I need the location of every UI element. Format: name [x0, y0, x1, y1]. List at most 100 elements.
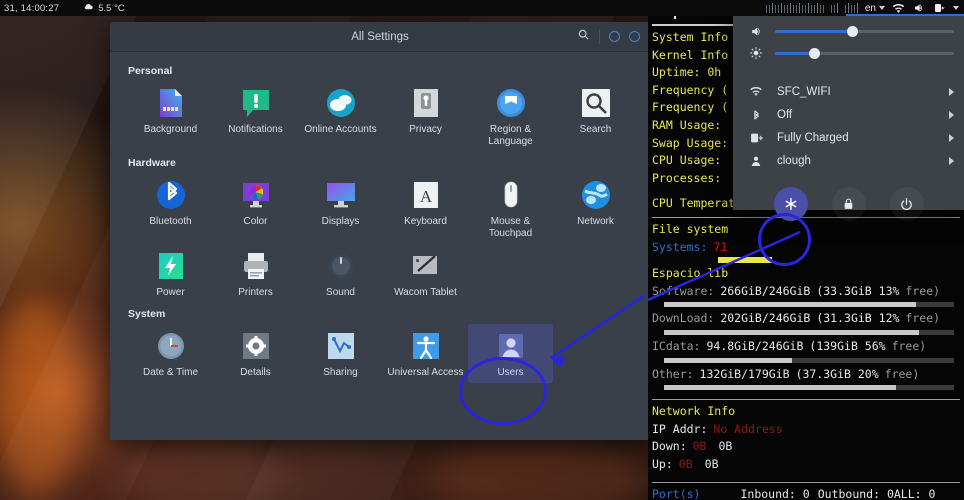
settings-item-users[interactable]: Users: [468, 324, 553, 383]
settings-item-keyboard[interactable]: A Keyboard: [383, 173, 468, 244]
language-indicator[interactable]: en: [865, 3, 885, 14]
disk-detail: (139GiB 56%: [809, 338, 886, 353]
system-tray-menu[interactable]: SFC_WIFI Off Fully Charged clough: [733, 10, 964, 221]
chevron-right-icon[interactable]: [949, 133, 954, 142]
settings-button[interactable]: [773, 187, 808, 221]
network-label: IP Addr:: [652, 421, 708, 436]
settings-item-label: Bluetooth: [149, 216, 192, 227]
volume-slider-knob[interactable]: [846, 25, 858, 37]
tray-menu-item-sfc-wifi[interactable]: SFC_WIFI: [733, 80, 964, 103]
chevron-right-icon[interactable]: [949, 87, 954, 96]
privacy-icon: [410, 87, 442, 119]
settings-item-label: Privacy: [409, 124, 442, 135]
tray-menu-item-off[interactable]: Off: [733, 103, 964, 126]
disk-usage: 202GiB/246GiB: [720, 311, 811, 326]
volume-slider-fill: [775, 29, 852, 33]
inbound-label: Inbound: 0: [740, 487, 810, 500]
settings-item-power[interactable]: Power: [128, 244, 213, 303]
wallpaper-glow: [120, 430, 280, 500]
settings-item-search[interactable]: Search: [553, 81, 638, 152]
network-value: No Address: [713, 421, 783, 436]
brightness-slider-row[interactable]: [733, 42, 964, 64]
settings-content: Personal Background Notifications Online A…: [110, 52, 650, 440]
details-icon: [240, 330, 272, 362]
user-icon: [747, 154, 765, 168]
keyboard-indicator-icon[interactable]: [765, 3, 858, 13]
network-label: Up:: [652, 456, 673, 471]
settings-item-label: Background: [143, 124, 198, 135]
settings-item-sharing[interactable]: Sharing: [298, 324, 383, 383]
power-button[interactable]: [889, 187, 924, 221]
volume-slider[interactable]: [775, 25, 954, 37]
settings-item-sound[interactable]: Sound: [298, 244, 383, 303]
settings-item-online-accounts[interactable]: Online Accounts: [298, 81, 383, 152]
battery-icon[interactable]: [933, 2, 946, 14]
volume-icon[interactable]: [912, 2, 926, 14]
brightness-slider-knob[interactable]: [809, 47, 821, 59]
region-language-icon: [495, 87, 527, 119]
power-icon: [155, 250, 187, 282]
disk-detail: (37.3GiB 20%: [795, 366, 879, 381]
tray-menu-item-clough[interactable]: clough: [733, 149, 964, 172]
chevron-right-icon[interactable]: [949, 156, 954, 165]
settings-item-label: Universal Access: [387, 367, 464, 378]
page-title: All Settings: [351, 30, 409, 43]
settings-item-printers[interactable]: Printers: [213, 244, 298, 303]
sound-icon: [325, 250, 357, 282]
minimize-button[interactable]: [609, 31, 620, 42]
search-icon[interactable]: [577, 28, 590, 46]
maximize-button[interactable]: [629, 31, 640, 42]
wifi-icon[interactable]: [892, 3, 905, 14]
all-settings-window[interactable]: All Settings Personal Background Notifica…: [110, 22, 650, 440]
settings-item-label: Notifications: [228, 124, 283, 135]
chevron-down-icon[interactable]: [953, 6, 959, 10]
settings-item-notifications[interactable]: Notifications: [213, 81, 298, 152]
disk-name: ICdata:: [652, 338, 701, 353]
settings-item-label: Color: [243, 216, 268, 227]
settings-item-wacom-tablet[interactable]: Wacom Tablet: [383, 244, 468, 303]
date-time-icon: [155, 330, 187, 362]
settings-item-details[interactable]: Details: [213, 324, 298, 383]
settings-item-background[interactable]: Background: [128, 81, 213, 152]
clock[interactable]: 31, 14:00:27: [0, 3, 59, 14]
settings-item-region-language[interactable]: Region & Language: [468, 81, 553, 152]
search-settings-icon: [580, 87, 612, 119]
tray-menu-item-label: Off: [777, 108, 793, 121]
settings-item-privacy[interactable]: Privacy: [383, 81, 468, 152]
settings-item-universal-access[interactable]: Universal Access: [383, 324, 468, 383]
conky-disk-row: ICdata: 94.8GiB/246GiB (139GiB 56% free): [648, 338, 964, 356]
settings-item-label: Displays: [321, 216, 360, 227]
settings-item-color[interactable]: Color: [213, 173, 298, 244]
sharing-icon: [325, 330, 357, 362]
disk-usage-bar: [664, 385, 954, 391]
volume-slider-row[interactable]: [733, 20, 964, 42]
tray-menu-item-fully-charged[interactable]: Fully Charged: [733, 126, 964, 149]
network-title: Network Info: [652, 404, 736, 419]
ports-row: Port(s) Inbound: 0 Outbound: 0ALL: 0: [648, 486, 964, 500]
tray-menu-items: SFC_WIFI Off Fully Charged clough: [733, 80, 964, 172]
settings-item-label: Details: [240, 367, 271, 378]
settings-item-mouse-touchpad[interactable]: Mouse & Touchpad: [468, 173, 553, 244]
settings-item-label: Network: [577, 216, 614, 227]
brightness-icon: [747, 46, 765, 60]
settings-item-displays[interactable]: Displays: [298, 173, 383, 244]
chevron-right-icon[interactable]: [949, 110, 954, 119]
settings-item-date-time[interactable]: Date & Time: [128, 324, 213, 383]
settings-icon-row: Power Printers Sound Wacom Tablet: [110, 244, 650, 303]
window-titlebar[interactable]: All Settings: [110, 22, 650, 52]
brightness-slider[interactable]: [775, 47, 954, 59]
settings-item-bluetooth[interactable]: Bluetooth: [128, 173, 213, 244]
settings-item-network[interactable]: Network: [553, 173, 638, 244]
weather-indicator[interactable]: 5.5 °C: [83, 1, 125, 15]
top-panel[interactable]: 31, 14:00:27 5.5 °C en: [0, 0, 964, 16]
color-icon: [240, 179, 272, 211]
lock-button[interactable]: [831, 187, 866, 221]
settings-icon-row: Date & Time Details Sharing Universal Acce…: [110, 324, 650, 383]
divider: [652, 482, 960, 484]
system-tray[interactable]: en: [765, 2, 964, 14]
settings-item-label: Users: [497, 367, 524, 378]
settings-item-label: Region & Language: [488, 124, 533, 147]
settings-item-label: Keyboard: [404, 216, 447, 227]
settings-icon-row: Background Notifications Online Accounts Pr…: [110, 81, 650, 152]
displays-icon: [325, 179, 357, 211]
